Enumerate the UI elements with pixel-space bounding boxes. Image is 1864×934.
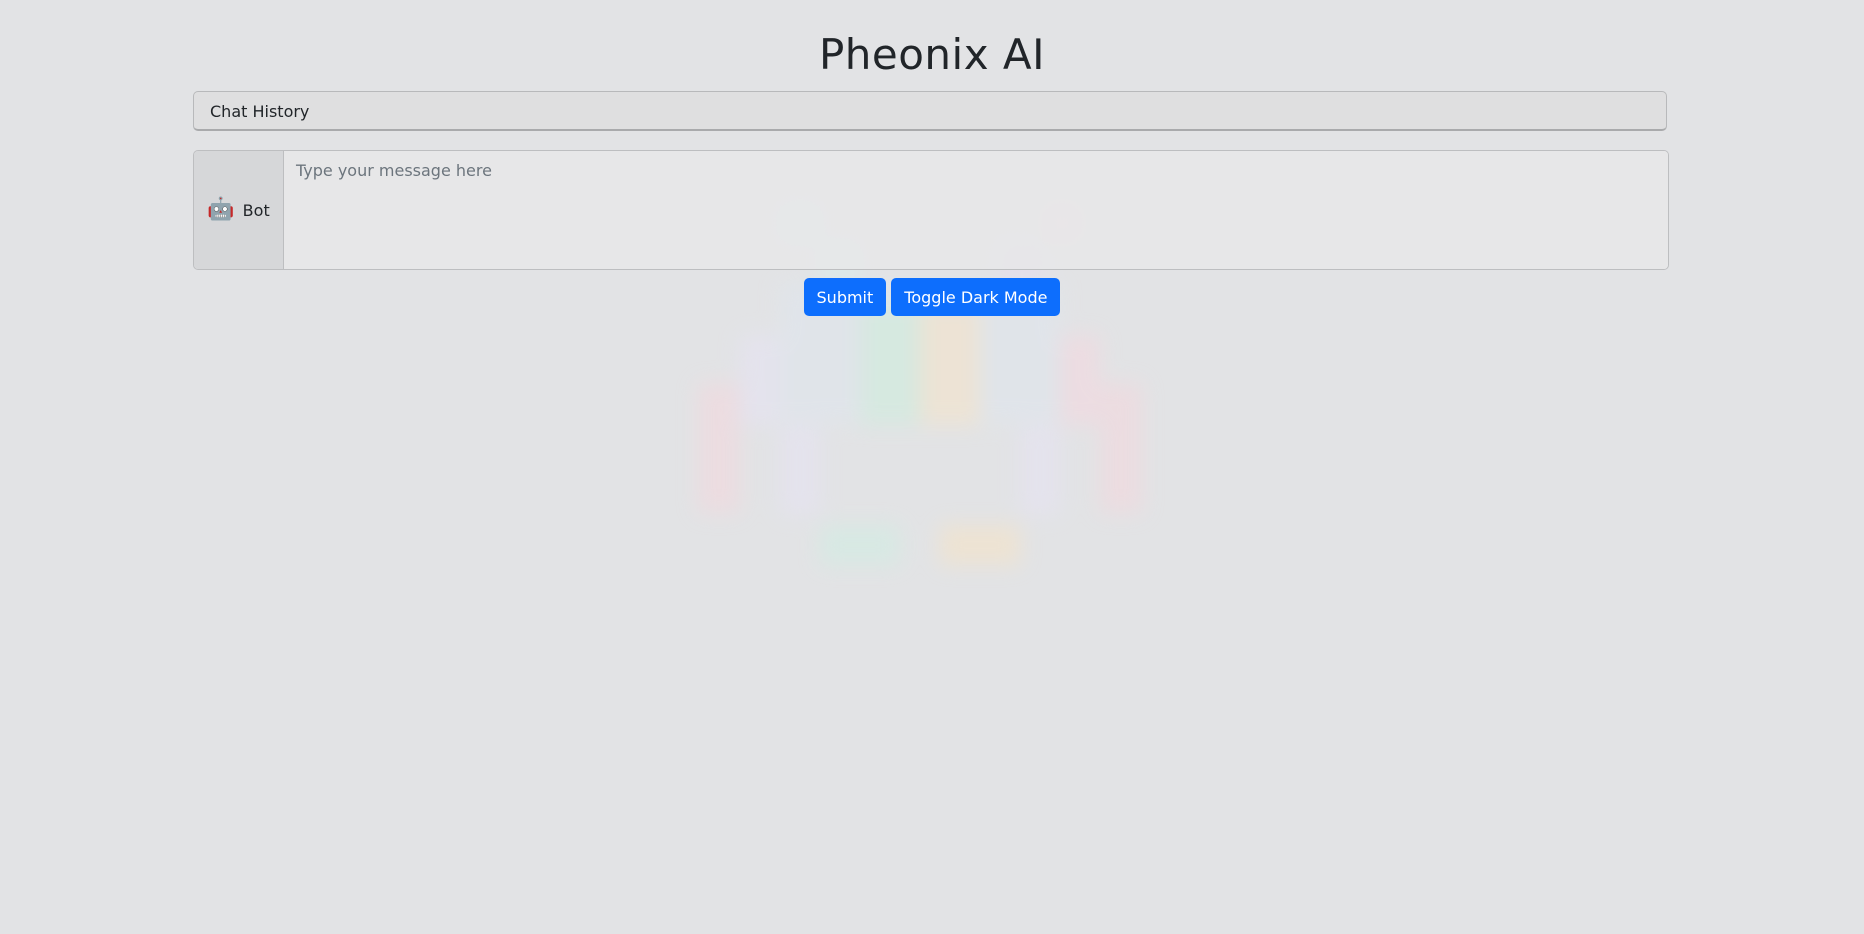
robot-icon: 🤖 — [207, 197, 235, 222]
message-input-group: 🤖 Bot — [193, 150, 1669, 270]
bot-label-addon: 🤖 Bot — [194, 151, 284, 269]
page-title: Pheonix AI — [818, 30, 1046, 79]
bot-label: Bot — [242, 200, 270, 220]
page: Pheonix AI Chat History 🤖 Bot Submit Tog… — [0, 0, 1864, 934]
chat-history-panel: Chat History — [193, 91, 1667, 131]
action-buttons: Submit Toggle Dark Mode — [0, 278, 1864, 316]
toggle-dark-mode-button[interactable]: Toggle Dark Mode — [891, 278, 1061, 316]
chat-history-label: Chat History — [210, 102, 310, 121]
submit-button[interactable]: Submit — [803, 278, 887, 316]
message-input[interactable] — [284, 151, 1668, 269]
